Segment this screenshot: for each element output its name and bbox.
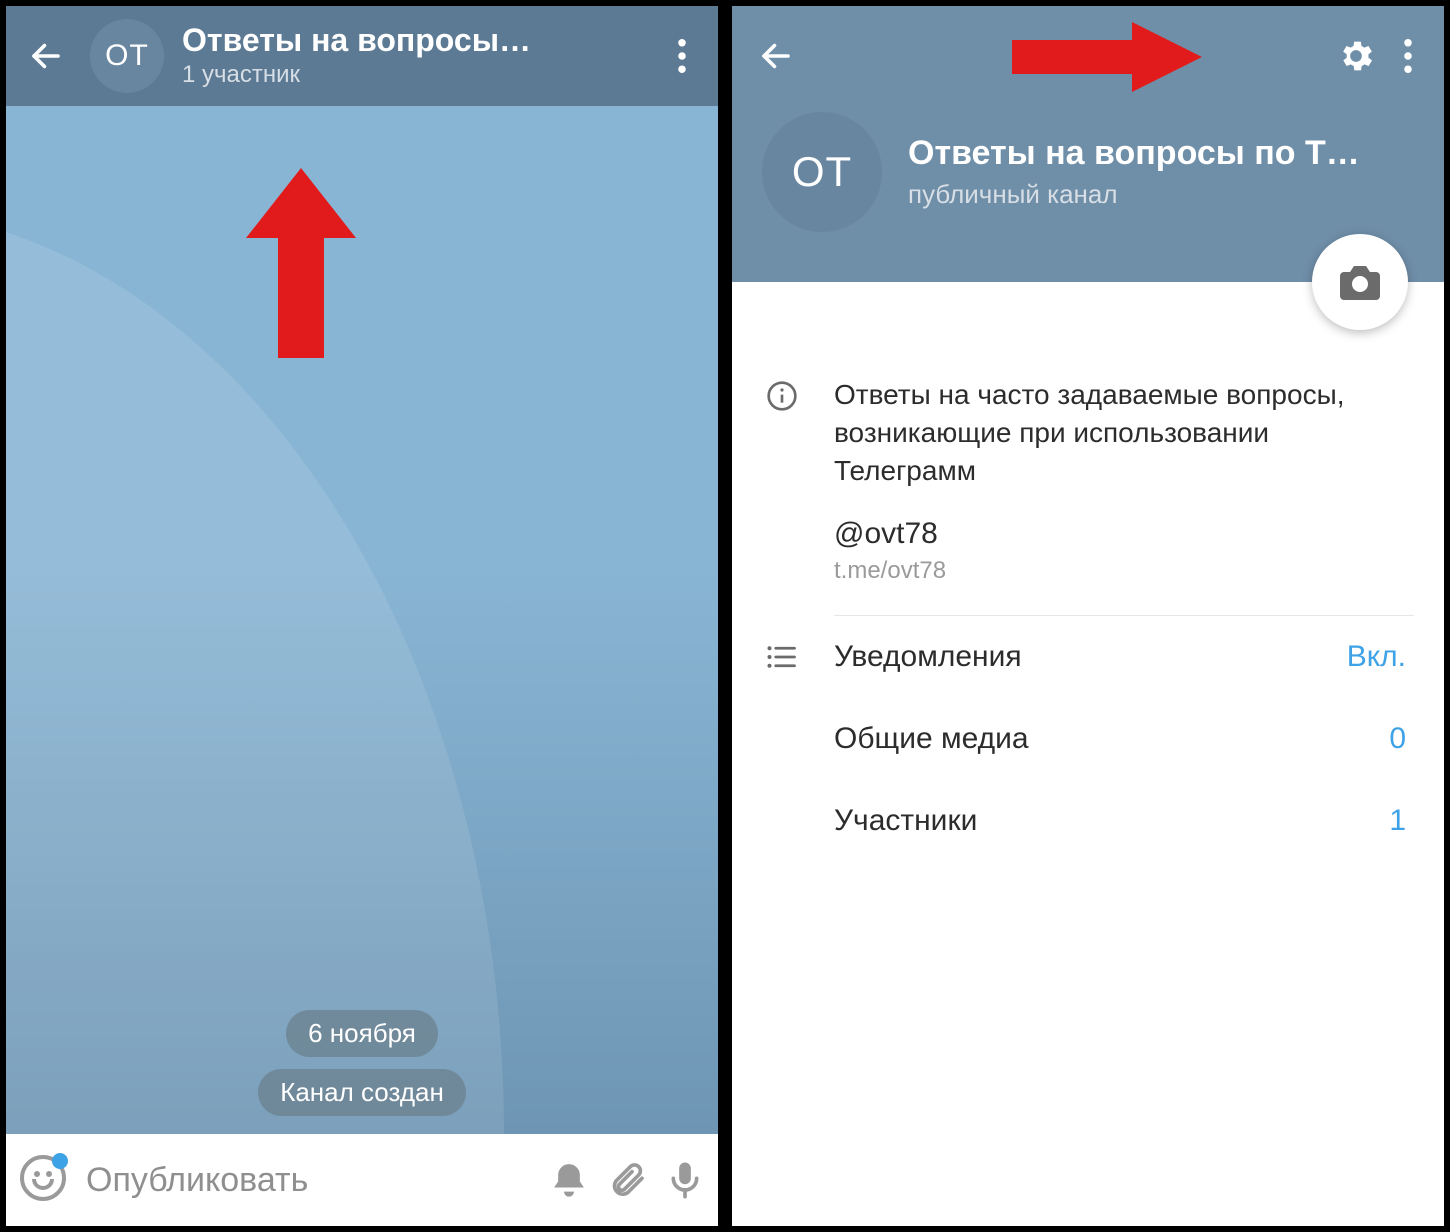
mute-button[interactable] — [549, 1154, 589, 1206]
chat-subtitle: 1 участник — [182, 61, 638, 89]
arrow-left-icon — [758, 38, 794, 74]
profile-title: Ответы на вопросы по Т… — [908, 134, 1414, 173]
chat-title-block[interactable]: Ответы на вопросы… 1 участник — [182, 23, 638, 88]
back-button[interactable] — [20, 30, 72, 82]
chat-avatar[interactable]: ОТ — [90, 19, 164, 93]
info-icon — [762, 376, 802, 585]
shared-media-row[interactable]: Общие медиа 0 — [762, 698, 1414, 780]
channel-description: Ответы на часто задаваемые вопросы, возн… — [834, 376, 1414, 489]
gear-icon — [1336, 36, 1376, 76]
voice-button[interactable] — [665, 1154, 705, 1206]
compose-input[interactable] — [84, 1160, 531, 1201]
description-row: Ответы на часто задаваемые вопросы, возн… — [762, 356, 1414, 605]
date-pill: 6 ноября — [286, 1010, 438, 1057]
emoji-button[interactable] — [20, 1155, 66, 1205]
info-content: Ответы на часто задаваемые вопросы, возн… — [732, 282, 1444, 862]
info-back-button[interactable] — [750, 30, 802, 82]
chat-body: 6 ноября Канал создан — [6, 106, 718, 1134]
microphone-icon — [665, 1160, 705, 1200]
members-value: 1 — [1389, 804, 1414, 838]
shared-media-label: Общие медиа — [834, 722, 1357, 756]
bell-icon — [549, 1160, 589, 1200]
members-row[interactable]: Участники 1 — [762, 780, 1414, 862]
more-vertical-icon — [678, 39, 686, 73]
info-pane: ОТ Ответы на вопросы по Т… публичный кан… — [732, 6, 1444, 1226]
chat-header: ОТ Ответы на вопросы… 1 участник — [6, 6, 718, 106]
more-vertical-icon — [1404, 39, 1412, 73]
profile-subtitle: публичный канал — [908, 179, 1414, 210]
status-pill: Канал создан — [258, 1069, 466, 1116]
notifications-value: Вкл. — [1347, 640, 1414, 674]
set-photo-button[interactable] — [1312, 234, 1408, 330]
camera-icon — [1336, 258, 1384, 306]
list-icon — [762, 645, 802, 669]
attach-button[interactable] — [607, 1154, 647, 1206]
profile-block: ОТ Ответы на вопросы по Т… публичный кан… — [732, 106, 1444, 282]
notifications-label: Уведомления — [834, 640, 1315, 674]
chat-title: Ответы на вопросы… — [182, 23, 638, 58]
chat-system-messages: 6 ноября Канал создан — [6, 1010, 718, 1116]
profile-avatar[interactable]: ОТ — [762, 112, 882, 232]
annotation-arrow-up — [246, 168, 356, 358]
info-header — [732, 6, 1444, 106]
chat-pane: ОТ Ответы на вопросы… 1 участник 6 ноябр… — [6, 6, 718, 1226]
channel-username[interactable]: @ovt78 — [834, 517, 1414, 551]
settings-button[interactable] — [1330, 30, 1382, 82]
sticker-indicator-dot — [52, 1153, 68, 1169]
paperclip-icon — [607, 1160, 647, 1200]
channel-link[interactable]: t.me/ovt78 — [834, 557, 1414, 585]
arrow-left-icon — [28, 38, 64, 74]
shared-media-value: 0 — [1389, 722, 1414, 756]
compose-bar — [6, 1134, 718, 1226]
chat-menu-button[interactable] — [656, 30, 708, 82]
info-menu-button[interactable] — [1382, 30, 1434, 82]
notifications-row[interactable]: Уведомления Вкл. — [762, 616, 1414, 698]
members-label: Участники — [834, 804, 1357, 838]
